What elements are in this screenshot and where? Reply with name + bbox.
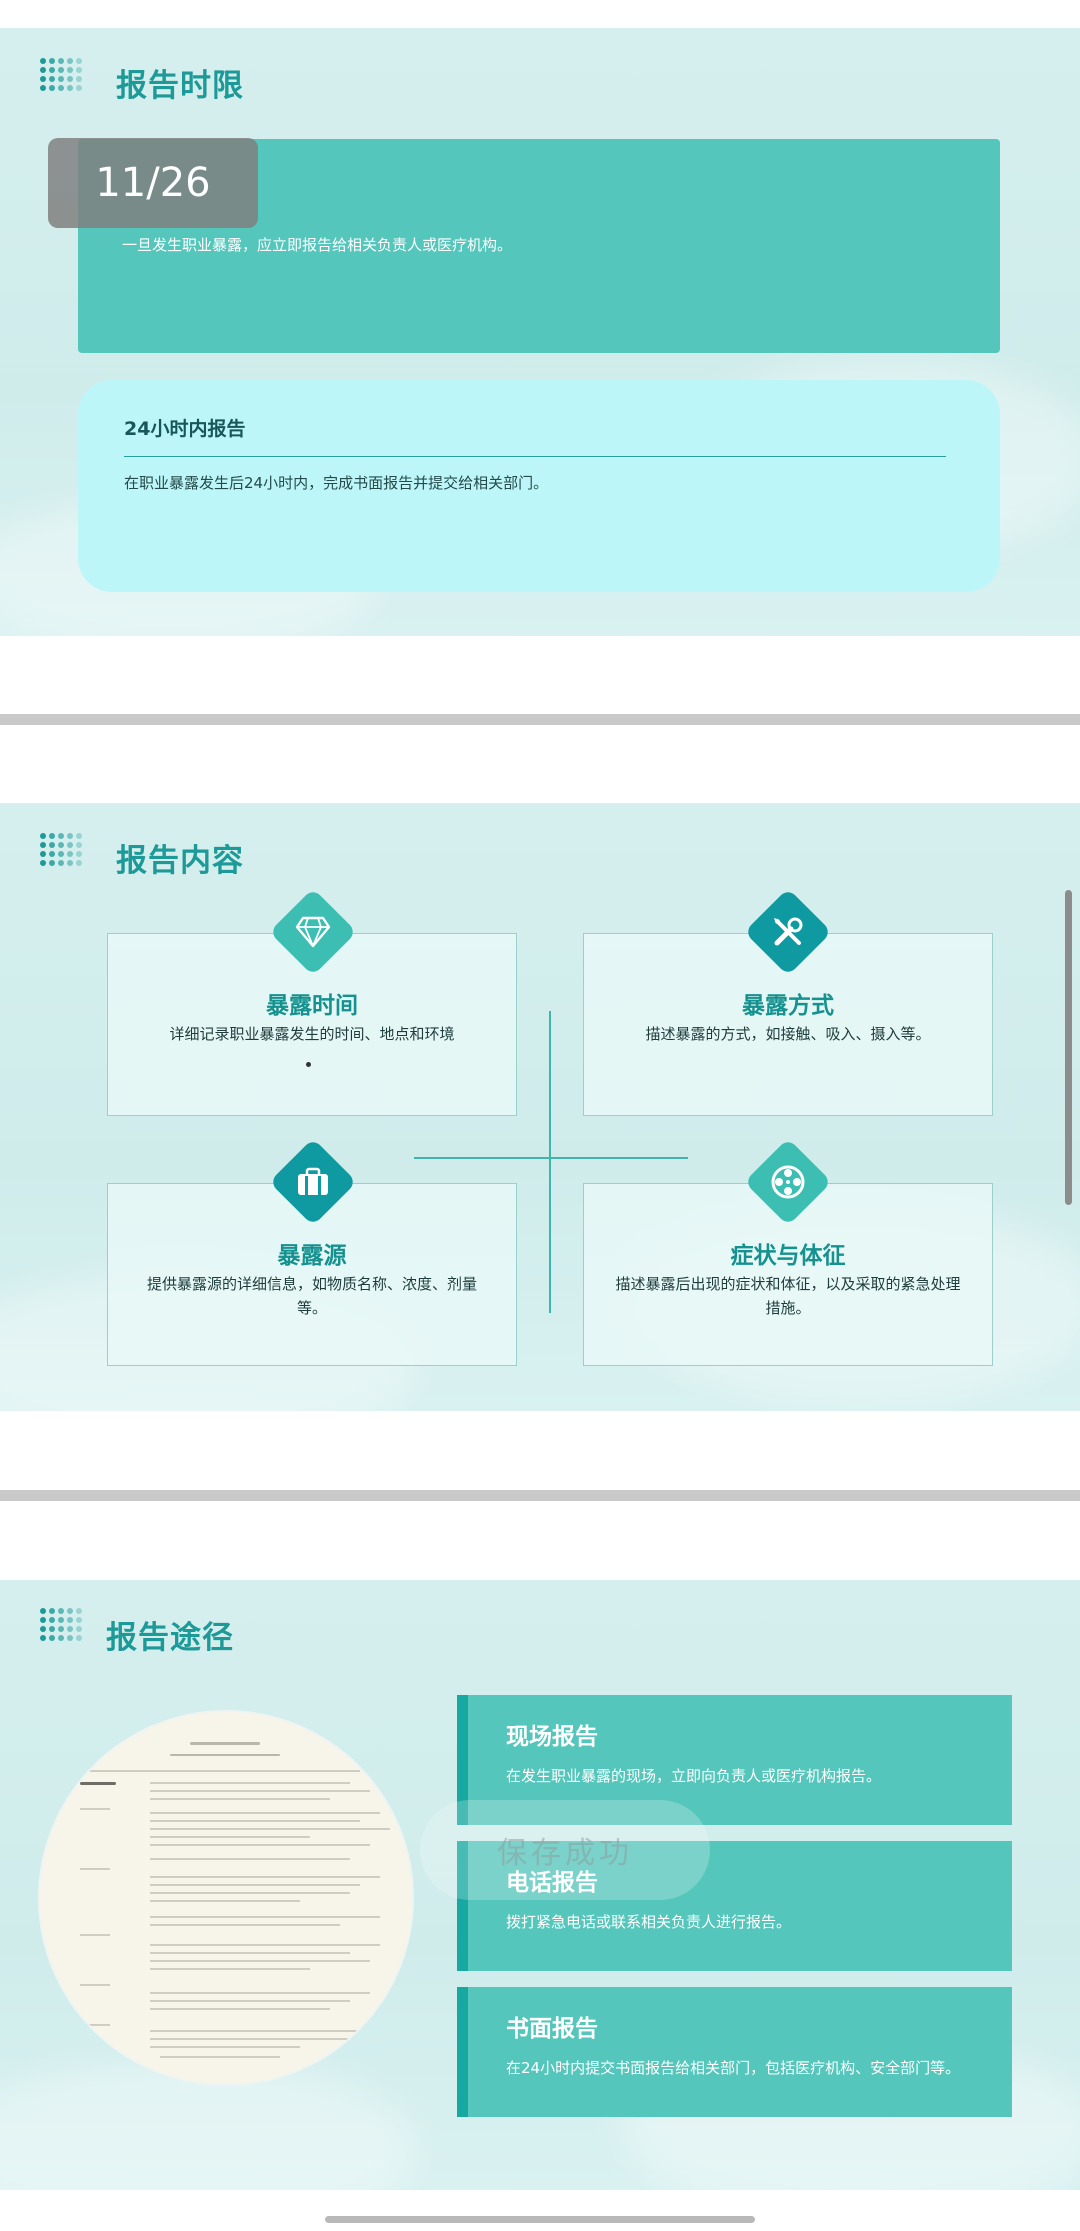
route-title: 现场报告 — [506, 1724, 598, 1750]
report-24h-title: 24小时内报告 — [124, 418, 246, 440]
card-desc: 提供暴露源的详细信息，如物质名称、浓度、剂量等。 — [146, 1275, 477, 1317]
route-desc: 拨打紧急电话或联系相关负责人进行报告。 — [506, 1913, 792, 1931]
cross-horizontal-line — [414, 1157, 688, 1159]
report-24h-card: 24小时内报告 在职业暴露发生后24小时内，完成书面报告并提交给相关部门。 — [78, 380, 1000, 592]
route-desc: 在发生职业暴露的现场，立即向负责人或医疗机构报告。 — [506, 1767, 882, 1785]
slide-title: 报告内容 — [116, 843, 244, 879]
dots-decoration-icon — [40, 58, 88, 96]
film-reel-icon — [757, 1151, 819, 1213]
card-title: 暴露方式 — [742, 993, 834, 1019]
dots-decoration-icon — [40, 1608, 88, 1646]
divider — [124, 456, 946, 457]
resume-document-image — [40, 1712, 412, 2084]
page-separator — [0, 714, 1080, 725]
slide-report-content: 报告内容 暴露时间 详细记录职业暴露发生的时间、地点和环境 暴露方式 描述暴露的… — [0, 803, 1080, 1411]
immediate-report-text: 一旦发生职业暴露，应立即报告给相关负责人或医疗机构。 — [122, 236, 513, 254]
save-success-toast: 保存成功 — [420, 1800, 710, 1900]
slide-title: 报告途径 — [106, 1620, 234, 1656]
tools-icon — [757, 901, 819, 963]
card-title: 暴露源 — [277, 1243, 347, 1269]
card-desc: 描述暴露的方式，如接触、吸入、摄入等。 — [645, 1025, 931, 1043]
slide-title: 报告时限 — [116, 68, 244, 104]
card-title: 暴露时间 — [266, 993, 358, 1019]
page-separator — [0, 1490, 1080, 1501]
briefcase-icon — [282, 1151, 344, 1213]
dots-decoration-icon — [40, 833, 88, 871]
bullet-dot — [306, 1062, 311, 1067]
card-desc: 详细记录职业暴露发生的时间、地点和环境 — [169, 1025, 455, 1043]
card-title: 症状与体征 — [730, 1243, 846, 1269]
home-indicator[interactable] — [325, 2216, 755, 2223]
card-desc: 描述暴露后出现的症状和体征，以及采取的紧急处理措施。 — [615, 1275, 961, 1317]
route-title: 书面报告 — [506, 2016, 598, 2042]
scrollbar-thumb[interactable] — [1065, 890, 1072, 1205]
cross-vertical-line — [549, 1011, 551, 1313]
route-desc: 在24小时内提交书面报告给相关部门，包括医疗机构、安全部门等。 — [506, 2059, 961, 2077]
route-written-report: 书面报告 在24小时内提交书面报告给相关部门，包括医疗机构、安全部门等。 — [457, 1987, 1012, 2117]
slide-report-time-limit: 报告时限 一旦发生职业暴露，应立即报告给相关负责人或医疗机构。 24小时内报告 … — [0, 28, 1080, 636]
diamond-gem-icon — [282, 901, 344, 963]
report-24h-text: 在职业暴露发生后24小时内，完成书面报告并提交给相关部门。 — [124, 474, 549, 492]
page-counter-badge: 11/26 — [48, 138, 258, 228]
